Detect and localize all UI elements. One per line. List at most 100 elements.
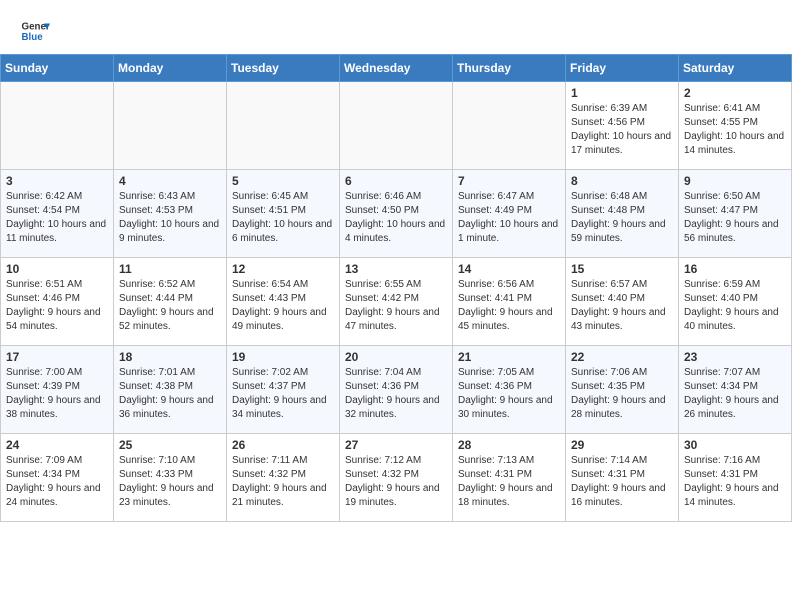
day-cell [340, 82, 453, 170]
logo: General Blue [20, 16, 50, 46]
calendar-table: SundayMondayTuesdayWednesdayThursdayFrid… [0, 54, 792, 522]
weekday-wednesday: Wednesday [340, 55, 453, 82]
day-cell: 11 Sunrise: 6:52 AM Sunset: 4:44 PM Dayli… [114, 258, 227, 346]
day-cell: 16Sunrise: 6:59 AM Sunset: 4:40 PM Dayli… [679, 258, 792, 346]
day-cell: 24 Sunrise: 7:09 AM Sunset: 4:34 PM Dayli… [1, 434, 114, 522]
day-number: 12 [232, 262, 334, 276]
day-number: 20 [345, 350, 447, 364]
day-cell: 25 Sunrise: 7:10 AM Sunset: 4:33 PM Dayli… [114, 434, 227, 522]
day-number: 11 [119, 262, 221, 276]
day-info: Sunrise: 7:10 AM Sunset: 4:33 PM Dayligh… [119, 454, 221, 510]
day-number: 24 [6, 438, 108, 452]
day-number: 13 [345, 262, 447, 276]
week-row-2: 3 Sunrise: 6:42 AM Sunset: 4:54 PM Daylig… [1, 170, 792, 258]
day-info: Sunrise: 6:48 AM Sunset: 4:48 PM Dayligh… [571, 190, 673, 246]
week-row-5: 24 Sunrise: 7:09 AM Sunset: 4:34 PM Dayli… [1, 434, 792, 522]
day-number: 3 [6, 174, 108, 188]
day-info: Sunrise: 7:02 AM Sunset: 4:37 PM Dayligh… [232, 366, 334, 422]
day-number: 2 [684, 86, 786, 100]
day-info: Sunrise: 6:51 AM Sunset: 4:46 PM Dayligh… [6, 278, 108, 334]
day-number: 7 [458, 174, 560, 188]
day-info: Sunrise: 6:42 AM Sunset: 4:54 PM Dayligh… [6, 190, 108, 246]
day-cell: 21 Sunrise: 7:05 AM Sunset: 4:36 PM Dayli… [453, 346, 566, 434]
day-cell: 27 Sunrise: 7:12 AM Sunset: 4:32 PM Dayli… [340, 434, 453, 522]
weekday-thursday: Thursday [453, 55, 566, 82]
day-cell: 15Sunrise: 6:57 AM Sunset: 4:40 PM Dayli… [566, 258, 679, 346]
day-number: 16 [684, 262, 786, 276]
day-number: 14 [458, 262, 560, 276]
day-number: 8 [571, 174, 673, 188]
day-info: Sunrise: 6:54 AM Sunset: 4:43 PM Dayligh… [232, 278, 334, 334]
weekday-saturday: Saturday [679, 55, 792, 82]
day-info: Sunrise: 6:46 AM Sunset: 4:50 PM Dayligh… [345, 190, 447, 246]
day-info: Sunrise: 7:00 AM Sunset: 4:39 PM Dayligh… [6, 366, 108, 422]
day-cell: 23Sunrise: 7:07 AM Sunset: 4:34 PM Dayli… [679, 346, 792, 434]
day-cell: 18 Sunrise: 7:01 AM Sunset: 4:38 PM Dayli… [114, 346, 227, 434]
day-info: Sunrise: 6:50 AM Sunset: 4:47 PM Dayligh… [684, 190, 786, 246]
day-cell: 28Sunrise: 7:13 AM Sunset: 4:31 PM Dayli… [453, 434, 566, 522]
day-cell [453, 82, 566, 170]
logo-icon: General Blue [20, 16, 50, 46]
day-info: Sunrise: 7:16 AM Sunset: 4:31 PM Dayligh… [684, 454, 786, 510]
weekday-tuesday: Tuesday [227, 55, 340, 82]
day-cell [114, 82, 227, 170]
day-cell [227, 82, 340, 170]
day-info: Sunrise: 7:01 AM Sunset: 4:38 PM Dayligh… [119, 366, 221, 422]
day-number: 26 [232, 438, 334, 452]
day-info: Sunrise: 6:39 AM Sunset: 4:56 PM Dayligh… [571, 102, 673, 158]
day-cell: 6Sunrise: 6:46 AM Sunset: 4:50 PM Daylig… [340, 170, 453, 258]
day-number: 23 [684, 350, 786, 364]
day-number: 17 [6, 350, 108, 364]
day-cell: 2 Sunrise: 6:41 AM Sunset: 4:55 PM Daylig… [679, 82, 792, 170]
day-info: Sunrise: 7:12 AM Sunset: 4:32 PM Dayligh… [345, 454, 447, 510]
weekday-friday: Friday [566, 55, 679, 82]
day-cell: 30 Sunrise: 7:16 AM Sunset: 4:31 PM Dayli… [679, 434, 792, 522]
day-info: Sunrise: 6:55 AM Sunset: 4:42 PM Dayligh… [345, 278, 447, 334]
weekday-header-row: SundayMondayTuesdayWednesdayThursdayFrid… [1, 55, 792, 82]
week-row-4: 17 Sunrise: 7:00 AM Sunset: 4:39 PM Dayli… [1, 346, 792, 434]
day-info: Sunrise: 7:05 AM Sunset: 4:36 PM Dayligh… [458, 366, 560, 422]
day-cell: 17 Sunrise: 7:00 AM Sunset: 4:39 PM Dayli… [1, 346, 114, 434]
day-number: 22 [571, 350, 673, 364]
week-row-3: 10 Sunrise: 6:51 AM Sunset: 4:46 PM Dayli… [1, 258, 792, 346]
day-info: Sunrise: 7:13 AM Sunset: 4:31 PM Dayligh… [458, 454, 560, 510]
day-number: 18 [119, 350, 221, 364]
day-cell [1, 82, 114, 170]
day-info: Sunrise: 6:43 AM Sunset: 4:53 PM Dayligh… [119, 190, 221, 246]
day-number: 10 [6, 262, 108, 276]
day-cell: 8 Sunrise: 6:48 AM Sunset: 4:48 PM Daylig… [566, 170, 679, 258]
day-cell: 9 Sunrise: 6:50 AM Sunset: 4:47 PM Daylig… [679, 170, 792, 258]
day-number: 4 [119, 174, 221, 188]
day-cell: 1Sunrise: 6:39 AM Sunset: 4:56 PM Daylig… [566, 82, 679, 170]
week-row-1: 1Sunrise: 6:39 AM Sunset: 4:56 PM Daylig… [1, 82, 792, 170]
svg-text:Blue: Blue [22, 32, 44, 43]
day-number: 29 [571, 438, 673, 452]
page-header: General Blue [0, 0, 792, 54]
day-info: Sunrise: 6:45 AM Sunset: 4:51 PM Dayligh… [232, 190, 334, 246]
day-info: Sunrise: 7:04 AM Sunset: 4:36 PM Dayligh… [345, 366, 447, 422]
day-info: Sunrise: 7:09 AM Sunset: 4:34 PM Dayligh… [6, 454, 108, 510]
day-number: 15 [571, 262, 673, 276]
day-number: 30 [684, 438, 786, 452]
day-info: Sunrise: 7:11 AM Sunset: 4:32 PM Dayligh… [232, 454, 334, 510]
day-info: Sunrise: 6:47 AM Sunset: 4:49 PM Dayligh… [458, 190, 560, 246]
day-number: 25 [119, 438, 221, 452]
day-number: 5 [232, 174, 334, 188]
day-info: Sunrise: 6:52 AM Sunset: 4:44 PM Dayligh… [119, 278, 221, 334]
day-cell: 4 Sunrise: 6:43 AM Sunset: 4:53 PM Daylig… [114, 170, 227, 258]
day-cell: 26 Sunrise: 7:11 AM Sunset: 4:32 PM Dayli… [227, 434, 340, 522]
day-cell: 19Sunrise: 7:02 AM Sunset: 4:37 PM Dayli… [227, 346, 340, 434]
day-number: 21 [458, 350, 560, 364]
svg-text:General: General [22, 22, 51, 33]
day-cell: 10 Sunrise: 6:51 AM Sunset: 4:46 PM Dayli… [1, 258, 114, 346]
day-cell: 3 Sunrise: 6:42 AM Sunset: 4:54 PM Daylig… [1, 170, 114, 258]
day-number: 9 [684, 174, 786, 188]
day-cell: 22Sunrise: 7:06 AM Sunset: 4:35 PM Dayli… [566, 346, 679, 434]
day-cell: 7 Sunrise: 6:47 AM Sunset: 4:49 PM Daylig… [453, 170, 566, 258]
day-number: 27 [345, 438, 447, 452]
weekday-sunday: Sunday [1, 55, 114, 82]
day-info: Sunrise: 6:41 AM Sunset: 4:55 PM Dayligh… [684, 102, 786, 158]
day-cell: 29Sunrise: 7:14 AM Sunset: 4:31 PM Dayli… [566, 434, 679, 522]
calendar-body: 1Sunrise: 6:39 AM Sunset: 4:56 PM Daylig… [1, 82, 792, 522]
day-info: Sunrise: 6:56 AM Sunset: 4:41 PM Dayligh… [458, 278, 560, 334]
